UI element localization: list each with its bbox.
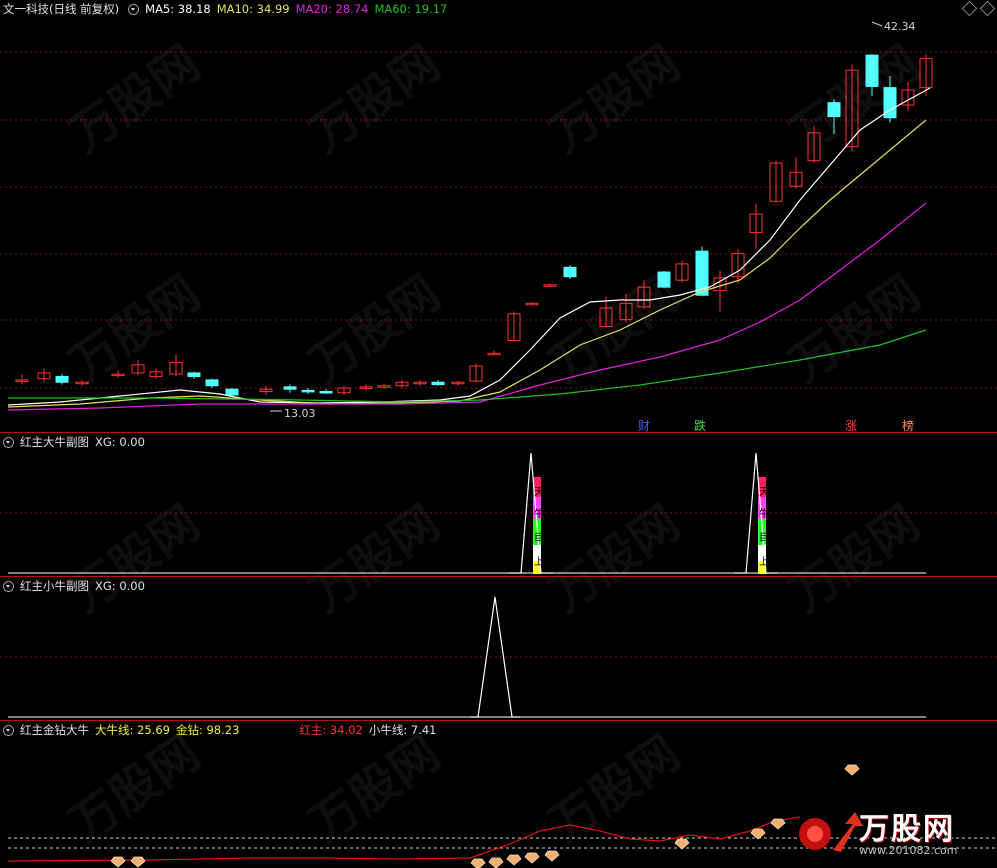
peak2-char3: 目 — [759, 533, 769, 544]
diamond-icon — [544, 850, 560, 862]
diamond-icon — [488, 857, 504, 868]
daniu-indicator-pane[interactable]: 红主大牛副图 XG: 0.00 天 牛 目 上 天 牛 目 上 — [0, 433, 997, 576]
brand-name: 万股网 — [859, 812, 955, 847]
xiaoniu-title: 红主小牛副图 — [20, 579, 89, 593]
brand-url: www.201082.com — [859, 844, 958, 857]
candle-body — [301, 389, 315, 393]
diamond-icon — [506, 854, 522, 866]
xiaoniu-chart[interactable] — [0, 577, 997, 720]
ma10-value: MA10: 34.99 — [216, 2, 290, 16]
candle-body — [283, 386, 297, 390]
peak2-char1: 天 — [759, 487, 769, 498]
xiaoniu-legend: 红主小牛副图 XG: 0.00 — [0, 577, 151, 595]
peak1-char4: 上 — [534, 557, 544, 568]
daniu-title: 红主大牛副图 — [20, 435, 89, 449]
candle-body — [319, 391, 333, 394]
diamond-icon — [110, 856, 126, 868]
candle-body — [55, 375, 69, 383]
ma60-value: MA60: 19.17 — [374, 2, 448, 16]
jinzuan-indicator-pane[interactable]: 红主金钻大牛 大牛线: 25.69 金钻: 98.23 红主: 34.02 小牛… — [0, 721, 997, 868]
high-arrow — [871, 21, 883, 27]
dropdown-icon[interactable] — [128, 3, 140, 15]
ma10-line — [7, 119, 927, 408]
daniu-legend: 红主大牛副图 XG: 0.00 — [0, 433, 151, 451]
dropdown-icon[interactable] — [3, 580, 14, 592]
jinzuan-title: 红主金钻大牛 — [20, 723, 89, 737]
diamond-icon — [770, 818, 786, 830]
daniu-line-value: 大牛线: 25.69 — [95, 723, 170, 737]
peak1-char1: 天 — [534, 487, 544, 498]
peak2-char2: 牛 — [759, 509, 769, 520]
candle-body — [827, 102, 841, 118]
candle-body — [563, 266, 577, 278]
candle-body — [205, 379, 219, 387]
high-price-label: 42.34 — [884, 20, 916, 33]
xiaoniu-indicator-pane[interactable]: 红主小牛副图 XG: 0.00 — [0, 577, 997, 720]
brand-logo: 万股网 www.201082.com — [793, 804, 993, 864]
stock-title: 文一科技(日线 前复权) — [3, 2, 120, 16]
xiaoniu-line-value: 小牛线: 7.41 — [368, 723, 437, 737]
ma5-value: MA5: 38.18 — [145, 2, 211, 16]
candle-body — [187, 372, 201, 377]
jinzuan-value: 金钻: 98.23 — [175, 723, 240, 737]
ma20-value: MA20: 28.74 — [295, 2, 369, 16]
ma20-line — [7, 202, 927, 411]
daniu-xg: XG: 0.00 — [95, 435, 145, 449]
peak1-char3: 目 — [534, 533, 544, 544]
hongzhu-value: 红主: 34.02 — [299, 723, 363, 737]
dropdown-icon[interactable] — [3, 436, 14, 448]
ma5-line — [7, 87, 931, 406]
diamond-icon — [844, 764, 860, 776]
ma60-line — [8, 329, 927, 403]
diamond-icon — [524, 852, 540, 864]
candle-body — [431, 381, 445, 386]
daniu-chart[interactable] — [0, 433, 997, 576]
jinzuan-legend: 红主金钻大牛 大牛线: 25.69 金钻: 98.23 红主: 34.02 小牛… — [0, 721, 443, 739]
dropdown-icon[interactable] — [3, 724, 14, 736]
candle-body — [225, 388, 239, 396]
main-chart-pane[interactable]: 文一科技(日线 前复权) MA5: 38.18 MA10: 34.99 MA20… — [0, 0, 997, 433]
diamond-icon — [470, 858, 486, 868]
main-legend: 文一科技(日线 前复权) MA5: 38.18 MA10: 34.99 MA20… — [0, 0, 453, 18]
candle-body — [865, 54, 879, 87]
diamond-icon — [130, 856, 146, 868]
low-price-label: 13.03 — [284, 407, 316, 420]
xiaoniu-xg: XG: 0.00 — [95, 579, 145, 593]
peak1-char2: 牛 — [534, 509, 544, 520]
candlestick-chart[interactable] — [0, 0, 997, 432]
candle-body — [657, 271, 671, 288]
peak2-char4: 上 — [759, 557, 769, 568]
